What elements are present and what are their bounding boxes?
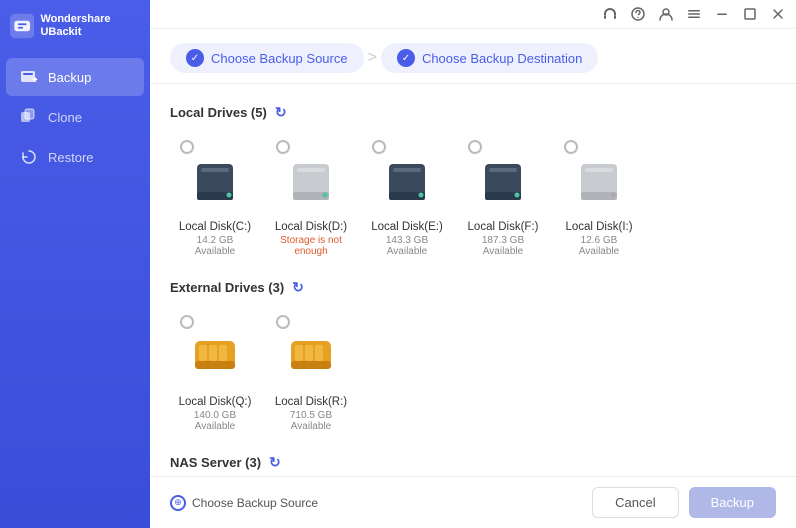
footer: ⊕ Choose Backup Source Cancel Backup (150, 476, 796, 528)
drive-q-space: 140.0 GB Available (180, 410, 250, 432)
footer-source[interactable]: ⊕ Choose Backup Source (170, 495, 318, 511)
clone-icon (20, 108, 38, 126)
sidebar-item-clone[interactable]: Clone (6, 98, 144, 136)
drive-r-radio[interactable] (276, 315, 290, 329)
drive-q-radio[interactable] (180, 315, 194, 329)
drive-r[interactable]: Local Disk(R:) 710.5 GB Available (266, 305, 356, 440)
restore-label: Restore (48, 150, 94, 165)
drive-r-space: 710.5 GB Available (276, 410, 346, 432)
drive-f-name: Local Disk(F:) (468, 221, 539, 233)
drive-f-icon (481, 158, 525, 215)
local-drives-header: Local Drives (5) ↻ (170, 104, 776, 120)
drive-i-space: 12.6 GB Available (564, 235, 634, 257)
main-panel: ✓ Choose Backup Source > ✓ Choose Backup… (150, 0, 796, 528)
local-drives-grid: Local Disk(C:) 14.2 GB Available Local D… (170, 130, 776, 265)
drive-e[interactable]: Local Disk(E:) 143.3 GB Available (362, 130, 452, 265)
sidebar: Wondershare UBackit Backup Clone (0, 0, 150, 528)
headset-icon[interactable] (602, 6, 618, 22)
drive-c[interactable]: Local Disk(C:) 14.2 GB Available (170, 130, 260, 265)
cancel-button[interactable]: Cancel (592, 487, 678, 518)
nas-server-label: NAS Server (3) (170, 455, 261, 470)
menu-icon[interactable] (686, 6, 702, 22)
drive-c-icon (193, 158, 237, 215)
drive-d-icon (289, 158, 333, 215)
wizard-separator: > (368, 49, 377, 67)
external-drives-header: External Drives (3) ↻ (170, 279, 776, 295)
step-dest-check: ✓ (397, 49, 415, 67)
drive-e-radio[interactable] (372, 140, 386, 154)
close-icon[interactable] (770, 6, 786, 22)
drive-i-name: Local Disk(I:) (565, 221, 632, 233)
clone-label: Clone (48, 110, 82, 125)
titlebar-controls (602, 6, 786, 22)
drive-q-name: Local Disk(Q:) (179, 396, 252, 408)
wizard-bar: ✓ Choose Backup Source > ✓ Choose Backup… (150, 29, 796, 84)
drive-c-radio[interactable] (180, 140, 194, 154)
app-logo: Wondershare UBackit (0, 0, 150, 54)
titlebar (150, 0, 796, 29)
restore-icon (20, 148, 38, 166)
backup-label: Backup (48, 70, 91, 85)
drive-f-space: 187.3 GB Available (468, 235, 538, 257)
wizard-step-dest-label: Choose Backup Destination (422, 51, 582, 66)
footer-source-icon: ⊕ (170, 495, 186, 511)
drive-f-radio[interactable] (468, 140, 482, 154)
drive-d[interactable]: Local Disk(D:) Storage is not enough (266, 130, 356, 265)
drive-f[interactable]: Local Disk(F:) 187.3 GB Available (458, 130, 548, 265)
sidebar-nav: Backup Clone Restore (0, 54, 150, 180)
drive-q[interactable]: Local Disk(Q:) 140.0 GB Available (170, 305, 260, 440)
maximize-icon[interactable] (742, 6, 758, 22)
app-name: Wondershare UBackit (40, 13, 140, 39)
external-drives-grid: Local Disk(Q:) 140.0 GB Available Local … (170, 305, 776, 440)
footer-buttons: Cancel Backup (592, 487, 776, 518)
external-drives-refresh-icon[interactable]: ↻ (292, 279, 308, 295)
drive-r-icon (289, 333, 333, 390)
drive-i-radio[interactable] (564, 140, 578, 154)
wizard-step-destination[interactable]: ✓ Choose Backup Destination (381, 43, 598, 73)
backup-icon (20, 68, 38, 86)
logo-icon (10, 12, 34, 40)
nas-server-refresh-icon[interactable]: ↻ (269, 454, 285, 470)
drive-i[interactable]: Local Disk(I:) 12.6 GB Available (554, 130, 644, 265)
help-icon[interactable] (630, 6, 646, 22)
minimize-icon[interactable] (714, 6, 730, 22)
drive-e-icon (385, 158, 429, 215)
wizard-step-source[interactable]: ✓ Choose Backup Source (170, 43, 364, 73)
drive-d-space: Storage is not enough (276, 235, 346, 257)
wizard-step-source-label: Choose Backup Source (211, 51, 348, 66)
drive-e-name: Local Disk(E:) (371, 221, 443, 233)
local-drives-refresh-icon[interactable]: ↻ (275, 104, 291, 120)
backup-button[interactable]: Backup (689, 487, 776, 518)
drive-d-name: Local Disk(D:) (275, 221, 347, 233)
external-drives-label: External Drives (3) (170, 280, 284, 295)
drive-d-radio[interactable] (276, 140, 290, 154)
footer-source-label: Choose Backup Source (192, 496, 318, 510)
drive-c-space: 14.2 GB Available (180, 235, 250, 257)
local-drives-label: Local Drives (5) (170, 105, 267, 120)
content-area: Local Drives (5) ↻ Local Disk(C:) 14.2 G… (150, 84, 796, 476)
user-icon[interactable] (658, 6, 674, 22)
drive-r-name: Local Disk(R:) (275, 396, 347, 408)
drive-q-icon (193, 333, 237, 390)
drive-e-space: 143.3 GB Available (372, 235, 442, 257)
drive-c-name: Local Disk(C:) (179, 221, 251, 233)
sidebar-item-restore[interactable]: Restore (6, 138, 144, 176)
nas-server-header: NAS Server (3) ↻ (170, 454, 776, 470)
sidebar-item-backup[interactable]: Backup (6, 58, 144, 96)
step-source-check: ✓ (186, 49, 204, 67)
drive-i-icon (577, 158, 621, 215)
